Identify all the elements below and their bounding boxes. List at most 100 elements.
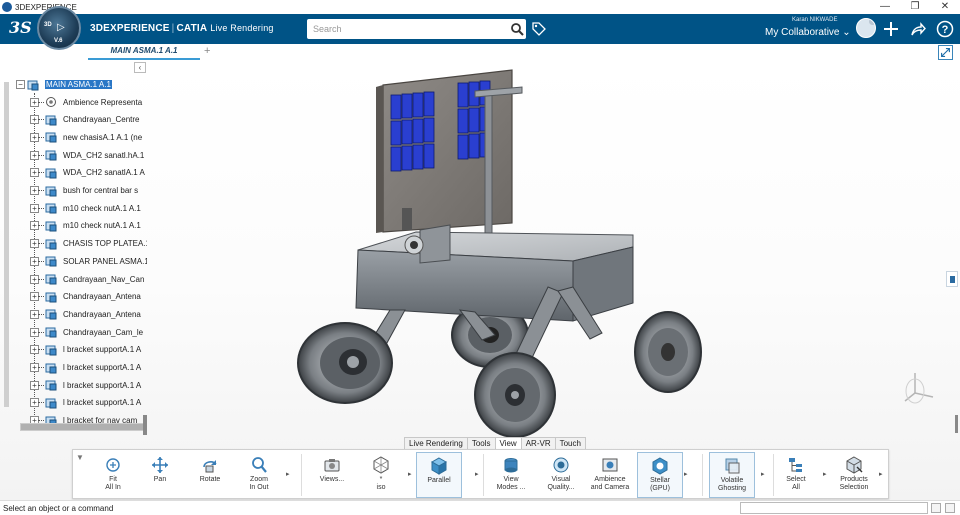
rotate-button[interactable]: Rotate [194, 452, 226, 498]
chassis-box[interactable] [355, 231, 634, 322]
command-input[interactable] [740, 502, 928, 514]
tree-item[interactable]: + Chandrayaan_Cam_le [30, 325, 147, 339]
search-icon[interactable] [510, 22, 524, 36]
avatar[interactable] [856, 18, 876, 38]
front-wheel-left[interactable] [297, 322, 393, 404]
select-all-icon [789, 458, 802, 472]
visual-button[interactable]: Visual Quality... [541, 452, 581, 498]
product-tree: ‹ − MAIN ASMA.1 A.1 + Ambience Representa… [0, 60, 150, 435]
flyout-arrow[interactable]: ▸ [879, 470, 883, 478]
tree-item[interactable]: + l bracket supportA.1 A [30, 361, 147, 375]
tab-touch[interactable]: Touch [554, 437, 586, 449]
action-bar-menu-icon[interactable]: ▼ [76, 453, 84, 462]
flyout-arrow[interactable]: ▸ [761, 470, 765, 478]
products-button[interactable]: Products Selection [833, 452, 875, 498]
zoom-button[interactable]: Zoom In Out [243, 452, 275, 498]
flyout-arrow[interactable]: ▸ [286, 470, 290, 478]
views-camera-icon [324, 459, 340, 472]
flyout-arrow[interactable]: ▸ [823, 470, 827, 478]
ghosting-button[interactable]: Volatile Ghosting [709, 452, 755, 498]
tree-item[interactable]: + Ambience Representa [30, 95, 147, 109]
tab-view[interactable]: View [494, 437, 522, 449]
separator [702, 454, 703, 496]
tree-item[interactable]: + bush for central bar s [30, 184, 147, 198]
tree-resize-handle[interactable] [143, 415, 147, 435]
brand-main: 3DEXPERIENCE [90, 23, 170, 34]
tree-item[interactable]: + Candrayaan_Nav_Can [30, 272, 147, 286]
flyout-arrow[interactable]: ▸ [684, 470, 688, 478]
flyout-arrow[interactable]: ▸ [475, 470, 479, 478]
close-button[interactable]: ✕ [930, 0, 960, 14]
dassault-logo[interactable]: 3S [9, 18, 32, 37]
tree-item-label: Candrayaan_Nav_Can [63, 274, 145, 284]
viewmodes-button[interactable]: View Modes ... [491, 452, 531, 498]
stellar-button[interactable]: Stellar (GPU) [637, 452, 683, 498]
front-wheel-right[interactable] [474, 352, 556, 438]
collab-space-dropdown[interactable]: My Collaborative ⌄ [765, 27, 851, 38]
tree-item[interactable]: + CHASIS TOP PLATEA.1 [30, 237, 147, 251]
ambience-button[interactable]: Ambience and Camera [589, 452, 631, 498]
tree-connector [38, 101, 44, 103]
help-icon[interactable]: ? [936, 20, 954, 38]
tree-item-label: l bracket supportA.1 A [63, 345, 142, 355]
tab-ar-vr[interactable]: AR-VR [520, 437, 556, 449]
product-icon [45, 203, 57, 214]
tree-item[interactable]: + Chandrayaan_Antena [30, 307, 147, 321]
tab-live-rendering[interactable]: Live Rendering [404, 437, 468, 449]
views-button[interactable]: Views... [315, 452, 349, 498]
product-icon [45, 292, 57, 303]
parallel-button[interactable]: Parallel [416, 452, 462, 498]
rover-3d-model[interactable] [290, 65, 720, 440]
tree-item[interactable]: + m10 check nutA.1 A.1 [30, 219, 147, 233]
minimize-button[interactable]: — [870, 0, 900, 14]
axis-orientation-icon[interactable] [901, 367, 937, 407]
tree-item[interactable]: + l bracket supportA.1 A [30, 378, 147, 392]
tree-item-label: Chandrayaan_Centre [63, 115, 140, 125]
product-icon [45, 256, 57, 267]
tree-item-label: l bracket supportA.1 A [63, 363, 142, 372]
tree-item[interactable]: + SOLAR PANEL ASMA.1 [30, 254, 147, 268]
tree-connector [38, 260, 44, 262]
tree-item[interactable]: + l bracket supportA.1 A [30, 396, 147, 410]
share-icon[interactable] [909, 20, 927, 38]
tab-main-asma[interactable]: MAIN ASMA.1 A.1 [88, 44, 200, 60]
products-selection-icon [846, 456, 863, 474]
tree-item[interactable]: + Chandrayaan_Centre [30, 113, 147, 127]
tree-connector [38, 384, 44, 386]
compass-widget[interactable]: 3D ▷ V.6 [37, 6, 81, 50]
tree-item[interactable]: + m10 check nutA.1 A.1 [30, 201, 147, 215]
iso-label: * iso [376, 476, 386, 491]
product-icon [45, 345, 57, 356]
product-icon [45, 115, 57, 126]
tree-collapse-button[interactable]: ‹ [134, 62, 146, 73]
tree-horizontal-scrollbar[interactable] [20, 423, 147, 431]
tree-item[interactable]: + WDA_CH2 sanatlA.1 A [30, 166, 147, 180]
tag-icon[interactable] [531, 21, 547, 37]
search-input[interactable] [307, 19, 526, 39]
fit-button[interactable]: Fit All In [98, 452, 128, 498]
viewport-resize-handle[interactable] [955, 415, 958, 433]
product-icon [45, 309, 57, 320]
search-command-icon[interactable] [945, 503, 955, 513]
window-controls: — ❐ ✕ [870, 0, 960, 14]
play-icon[interactable]: ▷ [57, 22, 65, 33]
plus-icon[interactable] [882, 20, 900, 38]
fullscreen-icon[interactable] [938, 45, 953, 60]
tree-item[interactable]: + l bracket supportA.1 A [30, 343, 147, 357]
pan-button[interactable]: Pan [146, 452, 174, 498]
tree-item[interactable]: + Chandrayaan_Antena [30, 290, 147, 304]
maximize-button[interactable]: ❐ [900, 0, 930, 14]
add-tab-button[interactable]: + [204, 45, 210, 57]
iso-button[interactable]: * iso [366, 452, 396, 498]
tree-item[interactable]: + new chasisA.1 A.1 (ne [30, 130, 147, 144]
tree-root-toggle[interactable]: − [16, 80, 25, 89]
power-input-icon[interactable] [931, 503, 941, 513]
selectall-button[interactable]: Select All [779, 452, 813, 498]
tab-tools[interactable]: Tools [466, 437, 496, 449]
tree-root[interactable]: − MAIN ASMA.1 A.1 [16, 78, 112, 91]
side-panel-tab[interactable] [946, 271, 958, 287]
tree-root-label[interactable]: MAIN ASMA.1 A.1 [45, 80, 112, 89]
flyout-arrow[interactable]: ▸ [408, 470, 412, 478]
rear-wheel-right[interactable] [634, 311, 702, 393]
tree-item[interactable]: + WDA_CH2 sanatl.hA.1 [30, 148, 147, 162]
